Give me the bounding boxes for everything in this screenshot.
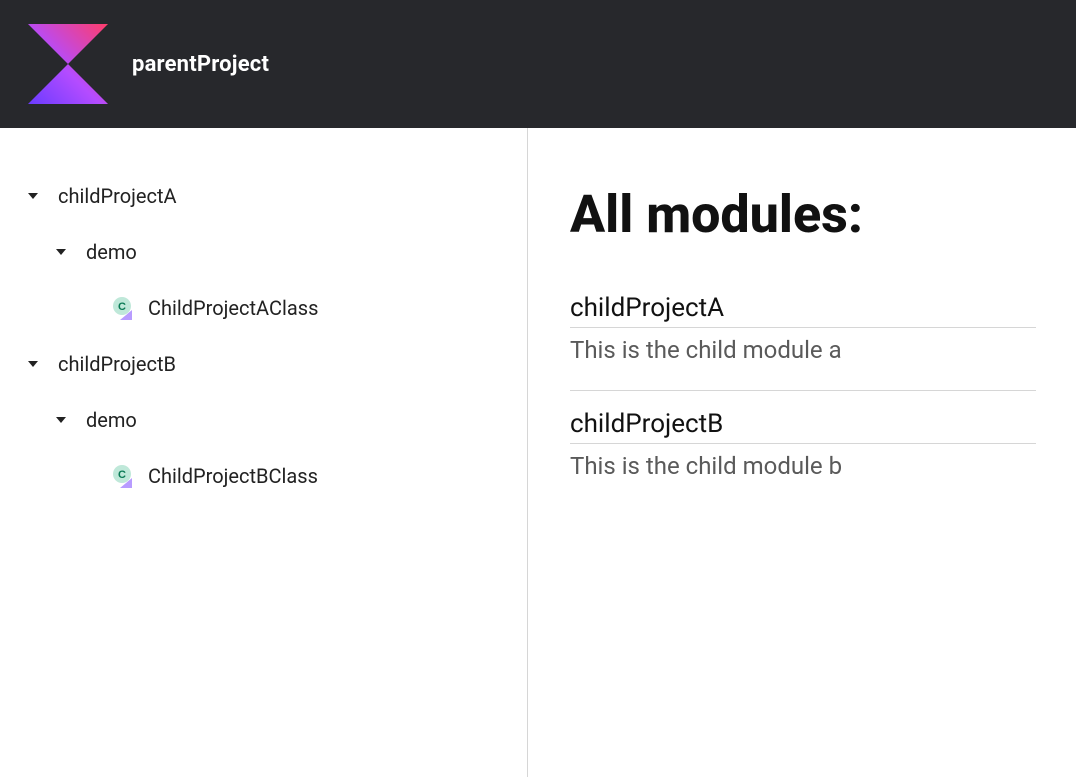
module-link-childProjectA[interactable]: childProjectA [570,293,1036,328]
project-title[interactable]: parentProject [132,52,269,77]
content-area: childProjectA demo C ChildProjectAClass [0,128,1076,777]
page-title: All modules: [570,184,1036,245]
sidebar-item-demo-b[interactable]: demo [26,392,507,448]
header: parentProject [0,0,1076,128]
module-description: This is the child module b [570,452,1036,498]
svg-text:C: C [118,469,126,481]
sidebar-item-childProjectB[interactable]: childProjectB [26,336,507,392]
module-section-a: childProjectA This is the child module a [570,293,1036,382]
sidebar-item-label: childProjectB [58,352,176,376]
sidebar-item-childProjectA[interactable]: childProjectA [26,168,507,224]
navigation-sidebar: childProjectA demo C ChildProjectAClass [0,128,528,777]
sidebar-item-label: childProjectA [58,184,177,208]
sidebar-item-demo-a[interactable]: demo [26,224,507,280]
class-icon: C [110,296,134,320]
caret-down-icon [26,189,40,203]
sidebar-item-ChildProjectBClass[interactable]: C ChildProjectBClass [26,448,507,504]
module-divider [570,390,1036,391]
kotlin-logo-icon [28,24,108,104]
module-section-b: childProjectB This is the child module b [570,409,1036,498]
sidebar-item-label: demo [86,240,137,264]
sidebar-item-label: demo [86,408,137,432]
caret-down-icon [54,245,68,259]
sidebar-item-label: ChildProjectAClass [148,296,318,320]
class-icon: C [110,464,134,488]
main-content: All modules: childProjectA This is the c… [528,128,1076,777]
sidebar-item-ChildProjectAClass[interactable]: C ChildProjectAClass [26,280,507,336]
sidebar-item-label: ChildProjectBClass [148,464,318,488]
svg-text:C: C [118,301,126,313]
caret-down-icon [54,413,68,427]
caret-down-icon [26,357,40,371]
module-link-childProjectB[interactable]: childProjectB [570,409,1036,444]
module-description: This is the child module a [570,336,1036,382]
